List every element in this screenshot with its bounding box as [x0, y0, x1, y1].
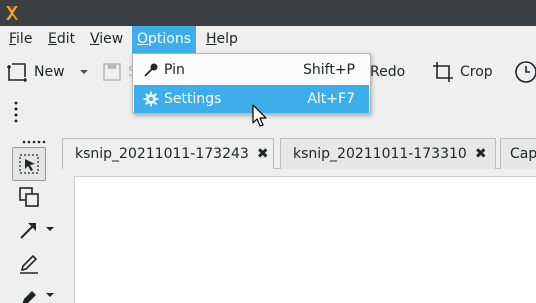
toolbar-grip-icon[interactable] — [14, 100, 18, 124]
tab-label: ksnip_20211011-173310 — [293, 146, 467, 162]
clock-icon — [515, 61, 536, 83]
save-icon — [103, 63, 121, 81]
menu-edit-mnemonic: E — [48, 31, 57, 47]
marker-icon — [22, 291, 36, 303]
menu-options-mnemonic: O — [137, 31, 149, 47]
mouse-cursor-icon — [252, 104, 267, 127]
new-button[interactable]: New — [6, 53, 65, 91]
select-tool-button[interactable] — [12, 147, 46, 181]
redo-button-label: Redo — [370, 64, 406, 80]
chevron-down-icon — [80, 70, 88, 74]
pin-icon — [140, 62, 162, 78]
new-button-label: New — [34, 64, 65, 80]
tab-capture[interactable]: Cap — [500, 138, 536, 169]
arrow-icon — [20, 223, 36, 239]
menu-options[interactable]: Options — [132, 26, 197, 53]
menu-edit-label: dit — [56, 31, 76, 47]
tools-grip-icon[interactable] — [22, 140, 48, 144]
new-dropdown-arrow[interactable] — [79, 53, 89, 91]
menu-file[interactable]: File — [4, 26, 37, 53]
menu-options-label: ptions — [148, 31, 192, 47]
arrow-tool-dropdown-icon[interactable] — [46, 226, 54, 232]
menu-file-mnemonic: F — [9, 31, 17, 47]
duplicate-icon — [19, 187, 39, 207]
crop-icon — [433, 62, 453, 82]
marker-tool-dropdown-icon[interactable] — [46, 292, 54, 298]
annotation-toolbar — [0, 140, 60, 303]
new-capture-icon — [7, 63, 27, 82]
tab-bar: ksnip_20211011-173243 ✖ ksnip_20211011-1… — [62, 136, 536, 169]
tab-label: ksnip_20211011-173243 — [75, 146, 249, 162]
image-canvas[interactable] — [74, 176, 536, 303]
marker-tool-button[interactable] — [12, 279, 46, 303]
close-icon[interactable]: ✖ — [475, 146, 487, 162]
menu-help[interactable]: Help — [201, 26, 243, 53]
duplicate-tool-button[interactable] — [12, 180, 46, 214]
menu-edit[interactable]: Edit — [43, 26, 80, 53]
menu-file-label: ile — [16, 31, 33, 47]
pen-tool-button[interactable] — [12, 246, 46, 280]
close-icon[interactable]: ✖ — [257, 146, 269, 162]
menu-item-pin[interactable]: Pin Shift+P — [134, 56, 369, 84]
menu-view-mnemonic: V — [90, 31, 100, 47]
menu-bar: File Edit View Options Help — [0, 26, 536, 53]
menu-item-pin-label: Pin — [164, 62, 185, 78]
gear-icon — [140, 91, 162, 107]
menu-view-label: iew — [99, 31, 124, 47]
menu-help-mnemonic: H — [206, 31, 217, 47]
ksnip-logo-icon — [6, 6, 18, 20]
arrow-tool-button[interactable] — [12, 213, 46, 247]
tab-ksnip-173243[interactable]: ksnip_20211011-173243 ✖ — [62, 138, 274, 169]
delay-button[interactable] — [514, 53, 536, 91]
menu-item-settings-shortcut: Alt+F7 — [307, 91, 355, 107]
menu-view[interactable]: View — [85, 26, 128, 53]
menu-help-label: elp — [216, 31, 238, 47]
menu-item-settings-label: Settings — [164, 91, 222, 107]
pen-icon — [20, 254, 38, 274]
tab-ksnip-173310[interactable]: ksnip_20211011-173310 ✖ — [280, 138, 496, 169]
menu-item-pin-shortcut: Shift+P — [303, 62, 355, 78]
crop-button-label: Crop — [460, 64, 493, 80]
crop-button[interactable]: Crop — [432, 53, 493, 91]
select-arrow-icon — [19, 154, 39, 174]
title-bar — [0, 0, 536, 26]
redo-button[interactable]: Redo — [370, 53, 405, 91]
tab-label: Cap — [510, 146, 536, 162]
